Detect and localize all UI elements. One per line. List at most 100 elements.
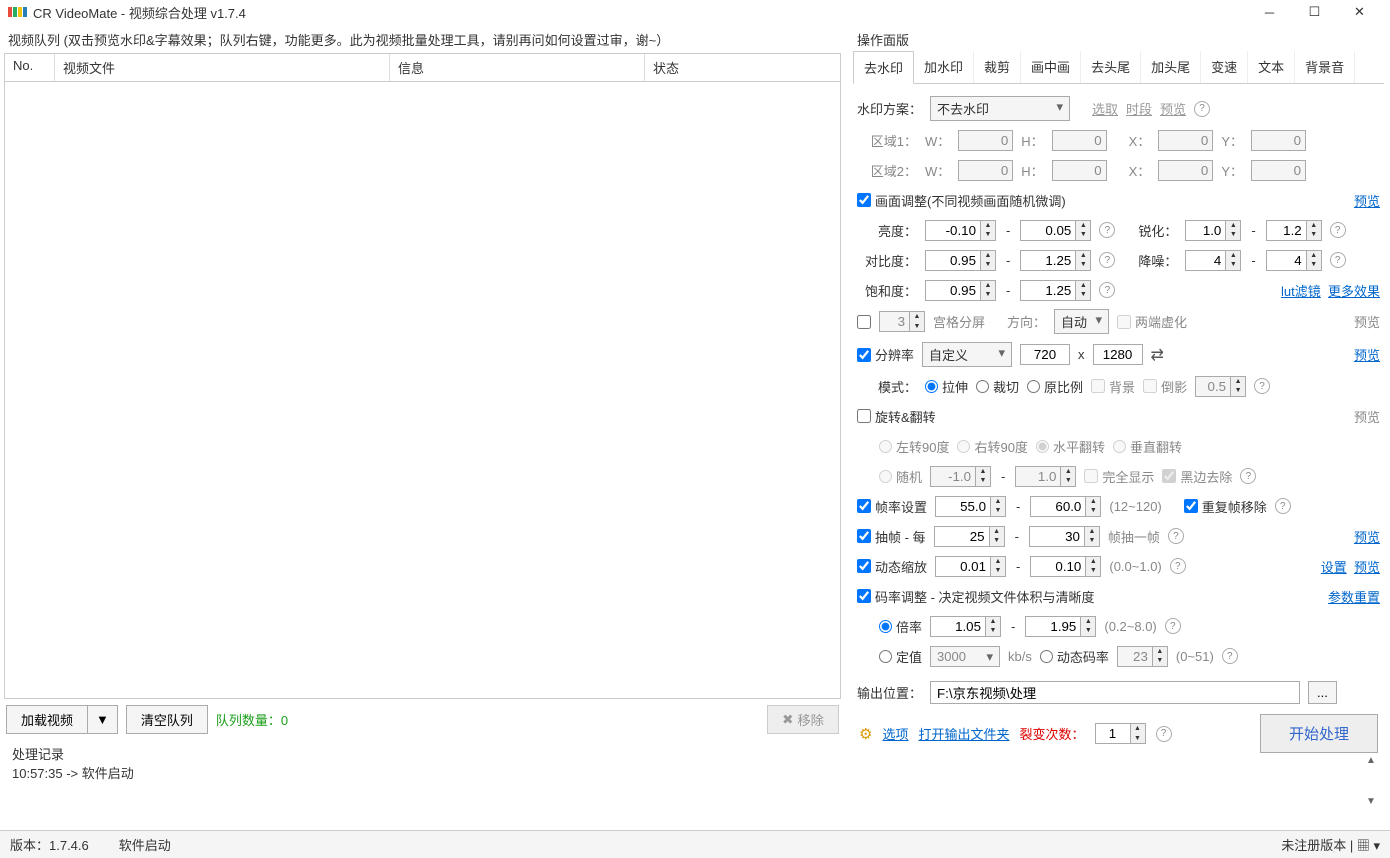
help-icon[interactable]: ? bbox=[1099, 222, 1115, 238]
sharp-max[interactable]: ▲▼ bbox=[1266, 220, 1322, 241]
black-check[interactable]: 黑边去除 bbox=[1162, 467, 1232, 486]
tab-crop[interactable]: 裁剪 bbox=[974, 51, 1021, 83]
shadow-val[interactable]: ▲▼ bbox=[1195, 376, 1246, 397]
rotate-check[interactable]: 旋转&翻转 bbox=[857, 407, 936, 426]
fps-max[interactable]: ▲▼ bbox=[1030, 496, 1101, 517]
maximize-button[interactable]: ☐ bbox=[1292, 2, 1337, 22]
tab-text[interactable]: 文本 bbox=[1248, 51, 1295, 83]
tab-trim-head[interactable]: 去头尾 bbox=[1081, 51, 1141, 83]
sat-max[interactable]: ▲▼ bbox=[1020, 280, 1091, 301]
fixed-radio[interactable]: 定值 bbox=[879, 647, 922, 666]
help-icon[interactable]: ? bbox=[1275, 498, 1291, 514]
wm-select-link[interactable]: 选取 bbox=[1092, 99, 1118, 118]
contrast-max[interactable]: ▲▼ bbox=[1020, 250, 1091, 271]
fps-min[interactable]: ▲▼ bbox=[935, 496, 1006, 517]
tab-add-head[interactable]: 加头尾 bbox=[1141, 51, 1201, 83]
blur-check[interactable]: 两端虚化 bbox=[1117, 312, 1187, 331]
res-check[interactable]: 分辨率 bbox=[857, 345, 914, 364]
col-status[interactable]: 状态 bbox=[645, 54, 840, 81]
rate-max[interactable]: ▲▼ bbox=[1025, 616, 1096, 637]
minimize-button[interactable]: ─ bbox=[1247, 2, 1292, 22]
log-scroll[interactable]: ▲▼ bbox=[1366, 755, 1384, 807]
orig-radio[interactable]: 原比例 bbox=[1027, 377, 1083, 396]
help-icon[interactable]: ? bbox=[1156, 726, 1172, 742]
rot-left[interactable]: 左转90度 bbox=[879, 437, 949, 456]
contrast-min[interactable]: ▲▼ bbox=[925, 250, 996, 271]
rate-check[interactable]: 码率调整 - 决定视频文件体积与清晰度 bbox=[857, 587, 1095, 606]
grid-dir-select[interactable]: 自动 bbox=[1054, 309, 1109, 334]
rot-vflip[interactable]: 垂直翻转 bbox=[1113, 437, 1182, 456]
browse-button[interactable]: ... bbox=[1308, 681, 1337, 704]
rot-hflip[interactable]: 水平翻转 bbox=[1036, 437, 1105, 456]
open-output-link[interactable]: 打开输出文件夹 bbox=[918, 724, 1009, 743]
more-effects-link[interactable]: 更多效果 bbox=[1328, 284, 1380, 299]
help-icon[interactable]: ? bbox=[1330, 222, 1346, 238]
col-no[interactable]: No. bbox=[5, 54, 55, 81]
area2-w[interactable] bbox=[958, 160, 1013, 181]
help-icon[interactable]: ? bbox=[1330, 252, 1346, 268]
rate-reset[interactable]: 参数重置 bbox=[1328, 587, 1380, 606]
clear-queue-button[interactable]: 清空队列 bbox=[126, 705, 208, 734]
bg-check[interactable]: 背景 bbox=[1091, 377, 1135, 396]
frame-max[interactable]: ▲▼ bbox=[1029, 526, 1100, 547]
gear-icon[interactable]: ⚙ bbox=[859, 725, 872, 743]
full-check[interactable]: 完全显示 bbox=[1084, 467, 1154, 486]
help-icon[interactable]: ? bbox=[1099, 252, 1115, 268]
start-button[interactable]: 开始处理 bbox=[1260, 714, 1378, 753]
rot-v1[interactable]: ▲▼ bbox=[930, 466, 991, 487]
wm-period-link[interactable]: 时段 bbox=[1126, 99, 1152, 118]
load-video-button[interactable]: 加载视频 bbox=[6, 705, 88, 734]
shadow-check[interactable]: 倒影 bbox=[1143, 377, 1187, 396]
rate-min[interactable]: ▲▼ bbox=[930, 616, 1001, 637]
split-val[interactable]: ▲▼ bbox=[1095, 723, 1146, 744]
noise-max[interactable]: ▲▼ bbox=[1266, 250, 1322, 271]
sharp-min[interactable]: ▲▼ bbox=[1185, 220, 1241, 241]
area2-h[interactable] bbox=[1052, 160, 1107, 181]
swap-icon[interactable]: ⇄ bbox=[1151, 345, 1164, 365]
res-preview[interactable]: 预览 bbox=[1354, 345, 1380, 364]
options-link[interactable]: 选项 bbox=[882, 724, 908, 743]
zoom-set[interactable]: 设置 bbox=[1321, 560, 1347, 575]
help-icon[interactable]: ? bbox=[1194, 101, 1210, 117]
frame-preview[interactable]: 预览 bbox=[1354, 527, 1380, 546]
tab-bgm[interactable]: 背景音 bbox=[1295, 51, 1355, 83]
res-h-input[interactable] bbox=[1093, 344, 1143, 365]
rot-random[interactable]: 随机 bbox=[879, 467, 922, 486]
dyn-val[interactable]: ▲▼ bbox=[1117, 646, 1168, 667]
tab-remove-wm[interactable]: 去水印 bbox=[853, 51, 914, 84]
output-path-input[interactable] bbox=[930, 681, 1300, 704]
rot-v2[interactable]: ▲▼ bbox=[1015, 466, 1076, 487]
area2-y[interactable] bbox=[1251, 160, 1306, 181]
wm-scheme-select[interactable]: 不去水印 bbox=[930, 96, 1070, 121]
area2-x[interactable] bbox=[1158, 160, 1213, 181]
res-w-input[interactable] bbox=[1020, 344, 1070, 365]
help-icon[interactable]: ? bbox=[1240, 468, 1256, 484]
tab-pip[interactable]: 画中画 bbox=[1021, 51, 1081, 83]
crop-radio[interactable]: 裁切 bbox=[976, 377, 1019, 396]
col-file[interactable]: 视频文件 bbox=[55, 54, 390, 81]
multi-radio[interactable]: 倍率 bbox=[879, 617, 922, 636]
wm-preview-link[interactable]: 预览 bbox=[1160, 99, 1186, 118]
help-icon[interactable]: ? bbox=[1168, 528, 1184, 544]
frame-min[interactable]: ▲▼ bbox=[934, 526, 1005, 547]
help-icon[interactable]: ? bbox=[1165, 618, 1181, 634]
close-button[interactable]: ✕ bbox=[1337, 2, 1382, 22]
rot-right[interactable]: 右转90度 bbox=[957, 437, 1027, 456]
frame-check[interactable]: 抽帧 - 每 bbox=[857, 527, 926, 546]
zoom-check[interactable]: 动态缩放 bbox=[857, 557, 927, 576]
table-body[interactable] bbox=[4, 82, 841, 699]
fixed-val-select[interactable]: 3000 bbox=[930, 646, 1000, 667]
load-video-dropdown[interactable]: ▼ bbox=[88, 705, 118, 734]
dyn-radio[interactable]: 动态码率 bbox=[1040, 647, 1109, 666]
help-icon[interactable]: ? bbox=[1170, 558, 1186, 574]
noise-min[interactable]: ▲▼ bbox=[1185, 250, 1241, 271]
tab-add-wm[interactable]: 加水印 bbox=[914, 51, 974, 83]
adjust-check[interactable]: 画面调整(不同视频画面随机微调) bbox=[857, 191, 1066, 210]
fps-check[interactable]: 帧率设置 bbox=[857, 497, 927, 516]
area1-x[interactable] bbox=[1158, 130, 1213, 151]
zoom-min[interactable]: ▲▼ bbox=[935, 556, 1006, 577]
bright-min[interactable]: ▲▼ bbox=[925, 220, 996, 241]
col-info[interactable]: 信息 bbox=[390, 54, 645, 81]
zoom-preview[interactable]: 预览 bbox=[1354, 560, 1380, 575]
area1-h[interactable] bbox=[1052, 130, 1107, 151]
